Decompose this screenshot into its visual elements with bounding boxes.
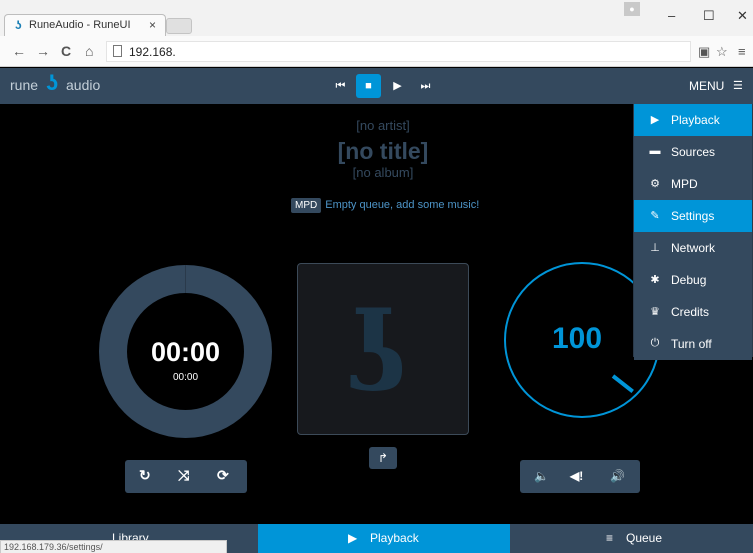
menu-item-label: Turn off <box>671 337 712 351</box>
elapsed-time: 00:00 <box>150 337 221 367</box>
home-icon[interactable]: ⌂ <box>85 43 93 59</box>
browser-tab[interactable]: ʖ RuneAudio - RuneUI × <box>4 14 166 36</box>
folder-icon: ▬ <box>649 145 661 157</box>
shuffle-icon[interactable]: ⤨ <box>178 467 189 484</box>
menu-item-credits[interactable]: ♛ Credits <box>634 296 752 328</box>
nav-playback[interactable]: ▶ Playback <box>258 524 510 553</box>
forward-arrow-icon[interactable]: → <box>36 43 50 59</box>
profile-icon[interactable]: ● <box>624 2 640 16</box>
menu-item-sources[interactable]: ▬ Sources <box>634 136 752 168</box>
rune-cover-logo-icon: ʖ <box>346 288 407 417</box>
logo-word-audio: audio <box>66 77 101 93</box>
menu-item-label: Debug <box>671 273 707 287</box>
cogs-icon: ⚙ <box>650 178 660 190</box>
main-menu-dropdown: ▶ Playback ▬ Sources ⚙ MPD ✎ Settings ⊥ … <box>633 104 753 360</box>
power-icon: ⏻ <box>650 337 660 349</box>
tab-title: RuneAudio - RuneUI <box>29 19 131 31</box>
volume-control-group: 🔈 ◀! 🔊 <box>520 460 640 493</box>
menu-item-network[interactable]: ⊥ Network <box>634 232 752 264</box>
menu-item-playback[interactable]: ▶ Playback <box>634 104 752 136</box>
menu-item-label: Network <box>671 241 716 255</box>
wrench-icon: ✎ <box>650 210 660 222</box>
menu-list-icon: ☰ <box>733 80 743 92</box>
queue-nav-label: Queue <box>626 531 663 545</box>
cover-art: ʖ <box>297 263 469 435</box>
queue-list-icon: ≡ <box>606 531 614 545</box>
runeaudio-favicon-icon: ʖ <box>15 18 22 32</box>
minimize-icon[interactable]: – <box>668 8 675 23</box>
share-button[interactable]: ↱ <box>369 447 397 469</box>
play-button[interactable]: ▶ <box>385 74 410 98</box>
menu-button[interactable]: MENU ☰ <box>689 79 743 93</box>
total-time: 00:00 <box>172 372 199 383</box>
trophy-icon: ♛ <box>650 306 660 318</box>
time-knob-marker <box>185 265 186 293</box>
playback-nav-play-icon: ▶ <box>348 531 358 545</box>
volume-down-icon[interactable]: 🔈 <box>534 469 549 483</box>
menu-label: MENU <box>689 79 725 93</box>
bookmark-star-icon[interactable]: ☆ <box>716 44 728 60</box>
rune-logo-icon: ʖ <box>46 70 59 95</box>
stop-button[interactable]: ■ <box>356 74 381 98</box>
status-url: 192.168.179.36/settings/ <box>0 540 227 553</box>
source-badge: MPD <box>291 198 322 213</box>
address-bar[interactable]: 192.168. <box>106 41 691 62</box>
playback-mode-group: ↻ ⤨ ⟳ <box>125 460 247 493</box>
page-icon <box>113 45 122 57</box>
browser-tab-bar: ʖ RuneAudio - RuneUI × ● – ☐ ✕ <box>0 0 753 36</box>
app-header: rune ʖ audio ⏮ ■ ▶ ⏭ MENU ☰ <box>0 68 753 104</box>
next-track-button[interactable]: ⏭ <box>413 74 438 98</box>
logo-word-rune: rune <box>10 77 39 93</box>
tab-close-icon[interactable]: × <box>149 18 156 32</box>
menu-item-label: Settings <box>671 209 715 223</box>
window-close-icon[interactable]: ✕ <box>737 8 748 24</box>
playback-nav-label: Playback <box>370 531 419 545</box>
new-tab-button[interactable] <box>166 18 192 34</box>
reload-icon[interactable]: C <box>61 43 71 59</box>
address-text: 192.168. <box>129 45 176 59</box>
queue-status-text: Empty queue, add some music! <box>325 199 480 211</box>
maximize-icon[interactable]: ☐ <box>703 8 715 24</box>
menu-item-turn-off[interactable]: ⏻ Turn off <box>634 328 752 360</box>
previous-track-button[interactable]: ⏮ <box>328 74 353 98</box>
menu-item-label: Credits <box>671 305 710 319</box>
menu-item-label: MPD <box>671 177 698 191</box>
nav-queue[interactable]: ≡ Queue <box>510 524 753 553</box>
menu-item-debug[interactable]: ✱ Debug <box>634 264 752 296</box>
queue-status: MPD Empty queue, add some music! <box>291 198 480 213</box>
menu-item-settings[interactable]: ✎ Settings <box>634 200 752 232</box>
play-icon: ▶ <box>650 114 660 126</box>
volume-up-icon[interactable]: 🔊 <box>610 469 625 483</box>
sitemap-icon: ⊥ <box>650 242 660 254</box>
bug-icon: ✱ <box>650 274 660 286</box>
menu-item-mpd[interactable]: ⚙ MPD <box>634 168 752 200</box>
browser-menu-icon[interactable]: ≡ <box>738 44 746 59</box>
back-arrow-icon[interactable]: ← <box>12 43 26 59</box>
translate-icon[interactable]: ▣ <box>698 44 710 60</box>
volume-mute-icon[interactable]: ◀! <box>570 469 583 483</box>
menu-item-label: Playback <box>671 113 720 127</box>
volume-value: 100 <box>552 322 603 355</box>
repeat-icon[interactable]: ↻ <box>139 467 151 484</box>
browser-toolbar: ← → C ⌂ 192.168. ▣ ☆ ≡ <box>0 36 753 67</box>
app-logo[interactable]: rune ʖ audio <box>10 70 100 95</box>
single-repeat-icon[interactable]: ⟳ <box>217 467 229 484</box>
menu-item-label: Sources <box>671 145 716 159</box>
